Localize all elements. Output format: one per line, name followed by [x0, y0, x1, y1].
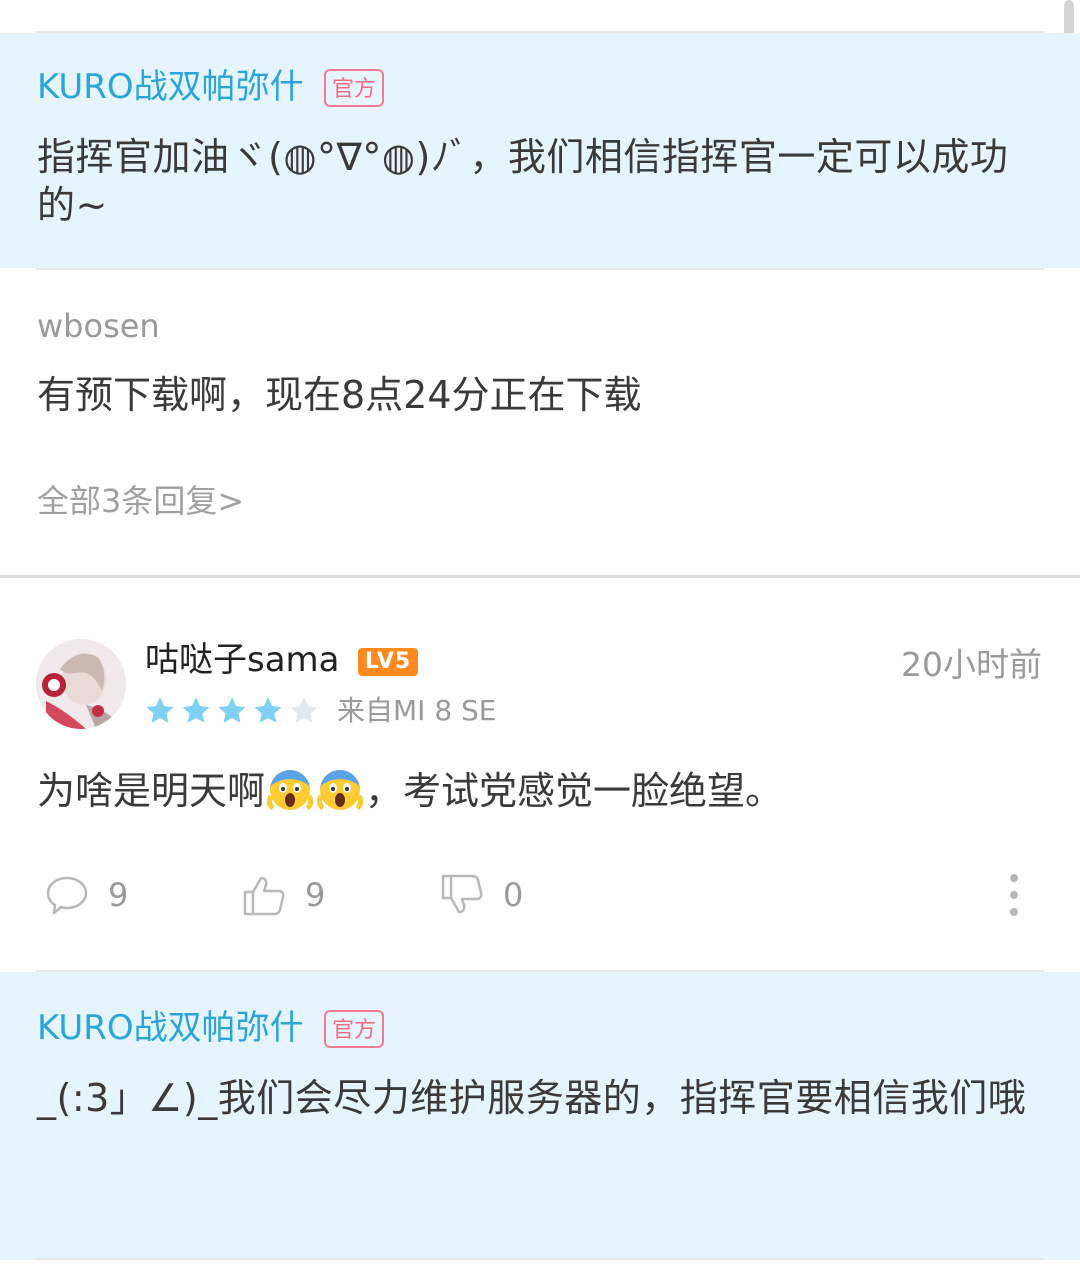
reply-username[interactable]: wbosen — [37, 307, 160, 345]
official-reply-text: 指挥官加油ヾ(◍°∇°◍)ﾉﾞ，我们相信指挥官一定可以成功的~ — [37, 135, 1009, 227]
device-label: 来自MI 8 SE — [337, 694, 497, 727]
like-count: 9 — [305, 876, 326, 914]
rating-stars — [143, 694, 321, 728]
comment-username[interactable]: 咕哒子sama — [145, 640, 340, 680]
more-options-icon[interactable] — [1003, 872, 1025, 918]
star-icon — [218, 697, 246, 723]
all-replies-link[interactable]: 全部3条回复> — [37, 482, 244, 520]
avatar[interactable] — [36, 639, 126, 729]
comment-text-end: ，考试党感觉一脸绝望。 — [365, 769, 784, 813]
official-reply-2: KURO战双帕弥什 官方 _(:3」∠)_我们会尽力维护服务器的，指挥官要相信我… — [0, 972, 1080, 1260]
like-button[interactable]: 9 — [241, 872, 325, 918]
divider — [36, 268, 1044, 270]
comment-icon — [46, 876, 88, 915]
screaming-face-icon — [317, 770, 364, 811]
comment-text: 为啥是明天啊 ，考试党感觉一脸绝望。 — [37, 766, 783, 815]
official-reply-1: KURO战双帕弥什 官方 指挥官加油ヾ(◍°∇°◍)ﾉﾞ，我们相信指挥官一定可以… — [0, 33, 1080, 268]
star-icon — [254, 697, 282, 723]
dislike-count: 0 — [503, 876, 524, 914]
comment-text-start: 为啥是明天啊 — [37, 769, 266, 813]
thumbs-up-icon — [243, 876, 285, 916]
level-badge: LV5 — [358, 648, 418, 676]
official-badge: 官方 — [324, 69, 384, 107]
screaming-face-icon — [267, 770, 314, 811]
star-icon — [146, 697, 174, 723]
star-icon — [182, 697, 210, 723]
star-empty-icon — [290, 697, 318, 723]
divider — [36, 1258, 1044, 1260]
comment-count: 9 — [108, 876, 129, 914]
comment-button[interactable]: 9 — [44, 872, 128, 918]
official-name[interactable]: KURO战双帕弥什 — [37, 1008, 304, 1048]
reply-text: 有预下载啊，现在8点24分正在下载 — [37, 373, 642, 417]
dislike-button[interactable]: 0 — [439, 872, 523, 918]
official-reply-text: _(:3」∠)_我们会尽力维护服务器的，指挥官要相信我们哦 — [37, 1076, 1027, 1120]
official-name[interactable]: KURO战双帕弥什 — [37, 67, 304, 107]
comment-time: 20小时前 — [901, 645, 1042, 684]
section-divider — [0, 575, 1080, 578]
thumbs-down-icon — [441, 874, 483, 914]
official-badge: 官方 — [324, 1010, 384, 1048]
